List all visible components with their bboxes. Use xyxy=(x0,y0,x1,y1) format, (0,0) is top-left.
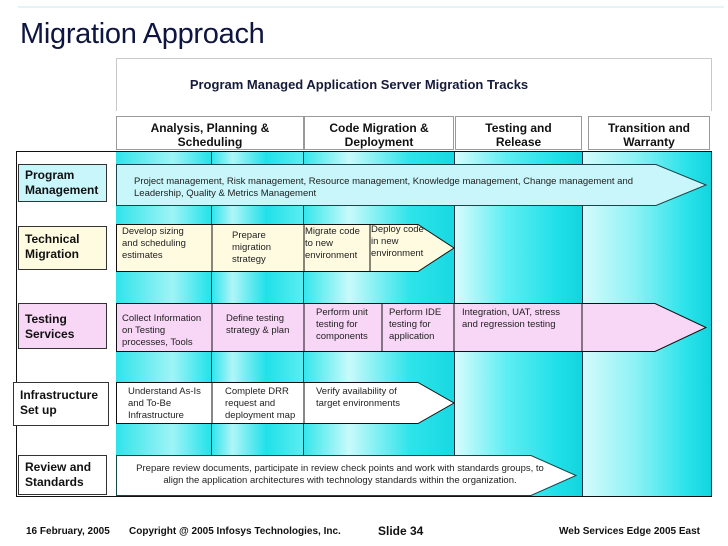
phase-label-line2: Deployment xyxy=(344,135,414,149)
text-line: Prepare xyxy=(232,230,266,241)
text-line: Perform IDE xyxy=(389,307,442,318)
lane-label-line1: Infrastructure xyxy=(20,388,99,402)
lane-label-line1: Review and xyxy=(25,460,92,474)
testing-arrow: Collect Information on Testing processes… xyxy=(116,303,708,352)
footer-date: 16 February, 2005 xyxy=(26,526,110,537)
lane-label-line2: Management xyxy=(25,183,99,197)
text-line: environment xyxy=(371,248,424,259)
footer-slide-number: Slide 34 xyxy=(378,524,424,538)
lane-label-line2: Migration xyxy=(25,247,79,261)
phase-label-line1: Transition and xyxy=(607,121,690,135)
lane-label-line2: Set up xyxy=(20,403,57,417)
review-arrow: Prepare review documents, participate in… xyxy=(116,455,578,496)
text-line: to new xyxy=(305,238,333,249)
text-line: and regression testing xyxy=(462,319,556,330)
step-ide-testing: Perform IDE testing for application xyxy=(389,307,441,343)
text-line: estimates xyxy=(122,250,163,261)
phase-label-line2: Warranty xyxy=(623,135,675,149)
step-define-testing-strategy: Define testing strategy & plan xyxy=(226,313,289,337)
program-arrow: Project management, Risk management, Res… xyxy=(116,164,708,206)
lane-label-line2: Standards xyxy=(25,475,84,489)
lane-label-line2: Services xyxy=(25,327,75,341)
lane-label-technical-migration: Technical Migration xyxy=(18,226,107,270)
text-line: Deploy code xyxy=(371,224,424,235)
text-line: components xyxy=(316,331,368,342)
text-line: environment xyxy=(305,250,358,261)
text-line: Understand As-Is xyxy=(128,386,201,397)
text-line: strategy & plan xyxy=(226,325,290,336)
text-line: Prepare review documents, participate in… xyxy=(136,463,544,474)
slide-top-rule xyxy=(18,6,724,8)
infrastructure-arrow: Understand As-Is and To-Be Infrastructur… xyxy=(116,382,456,424)
phase-header-transition: Transition and Warranty xyxy=(588,116,710,150)
step-verify-availability: Verify availability of target environmen… xyxy=(316,386,400,410)
footer-event: Web Services Edge 2005 East xyxy=(559,526,701,537)
text-line: Project management, Risk management, Res… xyxy=(134,176,634,187)
phase-label-line1: Analysis, Planning & xyxy=(150,121,270,135)
phase-header-analysis: Analysis, Planning & Scheduling xyxy=(116,116,304,150)
text-line: Integration, UAT, stress xyxy=(462,307,561,318)
phase-label-line1: Code Migration & xyxy=(329,121,429,135)
lane-label-infrastructure: Infrastructure Set up xyxy=(13,382,109,426)
diagram-subtitle: Program Managed Application Server Migra… xyxy=(189,77,529,92)
text-line: Leadership, Quality & Metrics Management xyxy=(134,188,317,199)
text-line: testing for xyxy=(389,319,431,330)
text-line: Complete DRR xyxy=(225,386,289,397)
text-line: on Testing xyxy=(122,325,166,336)
text-line: Collect Information xyxy=(122,313,202,324)
text-line: and To-Be xyxy=(128,398,172,409)
text-line: strategy xyxy=(232,254,266,265)
step-collect-information: Collect Information on Testing processes… xyxy=(122,313,201,349)
phase-header-code-migration: Code Migration & Deployment xyxy=(304,116,454,150)
text-line: request and xyxy=(225,398,276,409)
step-unit-testing: Perform unit testing for components xyxy=(316,307,368,343)
step-integration-testing: Integration, UAT, stress and regression … xyxy=(462,307,560,331)
program-text: Project management, Risk management, Res… xyxy=(134,176,674,200)
phase-label-line2: Release xyxy=(495,135,542,149)
lane-label-line1: Program xyxy=(25,168,75,182)
footer-copyright: Copyright @ 2005 Infosys Technologies, I… xyxy=(129,526,341,537)
lane-label-program-management: Program Management xyxy=(18,164,107,202)
text-line: in new xyxy=(371,236,399,247)
text-line: processes, Tools xyxy=(122,337,193,348)
divider xyxy=(711,152,712,496)
text-line: Verify availability of xyxy=(316,386,397,397)
text-line: testing for xyxy=(316,319,358,330)
step-migrate-code: Migrate code to new environment xyxy=(305,226,360,262)
text-line: Migrate code xyxy=(305,226,360,237)
text-line: migration xyxy=(232,242,272,253)
text-line: align the application architectures with… xyxy=(163,475,517,486)
review-text: Prepare review documents, participate in… xyxy=(120,463,560,487)
text-line: Infrastructure xyxy=(128,410,184,421)
lane-label-testing-services: Testing Services xyxy=(18,303,107,349)
step-understand-infrastructure: Understand As-Is and To-Be Infrastructur… xyxy=(128,386,201,422)
step-deploy-code: Deploy code in new environment xyxy=(371,224,424,260)
step-complete-drr: Complete DRR request and deployment map xyxy=(225,386,295,422)
text-line: Perform unit xyxy=(316,307,368,318)
lane-label-line1: Testing xyxy=(25,312,67,326)
text-line: target environments xyxy=(316,398,400,409)
text-line: Define testing xyxy=(226,313,285,324)
text-line: deployment map xyxy=(225,410,296,421)
phase-label-line1: Testing and xyxy=(485,121,552,135)
phase-header-testing: Testing and Release xyxy=(455,116,582,150)
step-develop-sizing: Develop sizing and scheduling estimates xyxy=(122,226,186,262)
lane-label-line1: Technical xyxy=(25,232,80,246)
step-prepare-strategy: Prepare migration strategy xyxy=(232,230,271,266)
lane-label-review: Review and Standards xyxy=(18,455,107,495)
text-line: Develop sizing xyxy=(122,226,184,237)
technical-arrow: Develop sizing and scheduling estimates … xyxy=(116,224,456,272)
phase-label-line2: Scheduling xyxy=(177,135,243,149)
slide-title: Migration Approach xyxy=(20,18,265,50)
text-line: and scheduling xyxy=(122,238,186,249)
text-line: application xyxy=(389,331,435,342)
